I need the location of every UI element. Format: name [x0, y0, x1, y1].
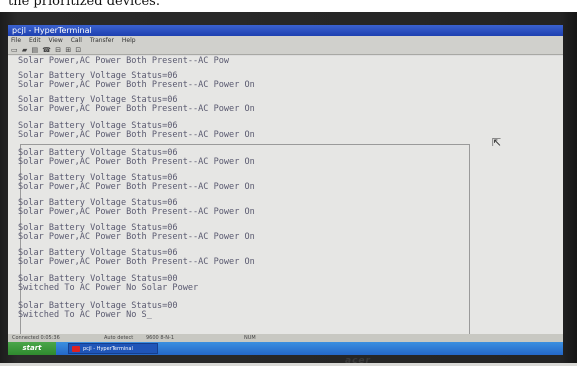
- terminal-line: Solar Power,AC Power Both Present--AC Po…: [18, 157, 255, 167]
- terminal-line: Switched To AC Power No S_: [18, 310, 152, 320]
- terminal-line: Solar Power,AC Power Both Present--AC Po…: [18, 130, 255, 140]
- mouse-pointer-icon: ⇱: [492, 136, 502, 149]
- caption-text: the prioritized devices.: [8, 0, 160, 9]
- monitor-screen: pcjl - HyperTerminal File Edit View Call…: [8, 25, 563, 355]
- terminal-area[interactable]: Solar Power,AC Power Both Present--AC Po…: [8, 56, 563, 335]
- terminal-line: Solar Power,AC Power Both Present--AC Po…: [18, 182, 255, 192]
- terminal-line: Solar Power,AC Power Both Present--AC Po…: [18, 56, 230, 66]
- page-caption: the prioritized devices.: [0, 0, 577, 12]
- terminal-line: Solar Power,AC Power Both Present--AC Po…: [18, 232, 255, 242]
- status-num: NUM: [244, 335, 256, 341]
- terminal-line: Solar Power,AC Power Both Present--AC Po…: [18, 207, 255, 217]
- start-button[interactable]: start: [8, 342, 56, 355]
- menu-call[interactable]: Call: [71, 37, 82, 44]
- status-connected: Connected 0:05:36: [12, 335, 60, 341]
- taskbar-item-label: pcjl - HyperTerminal: [83, 346, 133, 352]
- terminal-line: Solar Power,AC Power Both Present--AC Po…: [18, 257, 255, 267]
- hyperterminal-icon: [72, 346, 80, 352]
- status-detect: Auto detect: [104, 335, 134, 341]
- terminal-line: Switched To AC Power No Solar Power: [18, 283, 199, 293]
- toolbar: ▭ ▰ ▤ ☎ ⊟ ⊞ ⊡: [8, 45, 563, 55]
- monitor-photo: pcjl - HyperTerminal File Edit View Call…: [0, 12, 577, 366]
- taskbar-item-hyperterminal[interactable]: pcjl - HyperTerminal: [68, 343, 158, 354]
- status-bar: Connected 0:05:36 Auto detect 9600 8-N-1…: [8, 334, 563, 342]
- menu-help[interactable]: Help: [122, 37, 136, 44]
- terminal-line: Solar Power,AC Power Both Present--AC Po…: [18, 104, 255, 114]
- window-title-bar[interactable]: pcjl - HyperTerminal: [8, 25, 563, 36]
- menu-view[interactable]: View: [49, 37, 63, 44]
- start-label: start: [22, 344, 42, 352]
- menu-transfer[interactable]: Transfer: [90, 37, 114, 44]
- menu-file[interactable]: File: [11, 37, 21, 44]
- monitor-brand-logo: acer: [345, 356, 371, 366]
- taskbar: start pcjl - HyperTerminal: [8, 342, 563, 355]
- window-title: pcjl - HyperTerminal: [12, 26, 92, 35]
- status-settings: 9600 8-N-1: [146, 335, 175, 341]
- toolbar-icons[interactable]: ▭ ▰ ▤ ☎ ⊟ ⊞ ⊡: [11, 46, 82, 54]
- menu-edit[interactable]: Edit: [29, 37, 41, 44]
- menu-bar: File Edit View Call Transfer Help: [8, 36, 563, 45]
- terminal-line: Solar Power,AC Power Both Present--AC Po…: [18, 80, 255, 90]
